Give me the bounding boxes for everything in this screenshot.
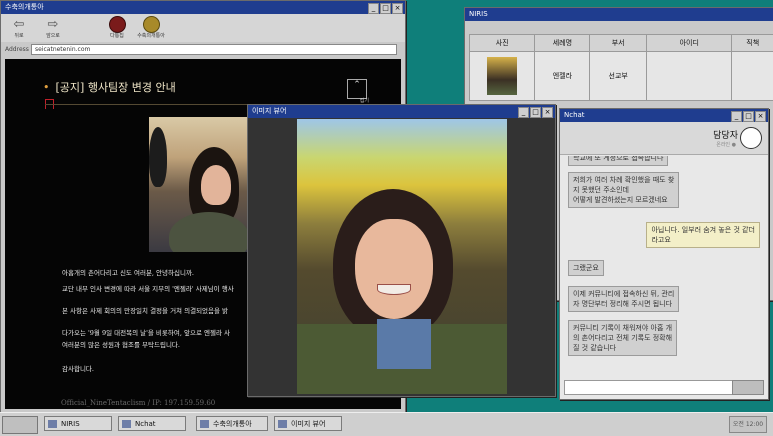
taskbar-item-niris[interactable]: NIRIS [44, 416, 112, 431]
col-header: 사진 [470, 35, 535, 52]
image-viewer-window: 이미지 뷰어 _□× [247, 104, 556, 397]
close-button[interactable]: × [755, 111, 766, 122]
taskbar-item-viewer[interactable]: 이미지 뷰어 [274, 416, 342, 431]
portrait-image [297, 119, 507, 394]
send-button[interactable] [732, 380, 764, 395]
address-bar: Address seicatnetenin.com [5, 44, 397, 55]
message-list: 학교에 또 계정으로 접속합니다 저희가 여러 차례 확인했을 때도 찾 지 못… [564, 156, 764, 381]
taskbar-item-nchat[interactable]: Nchat [118, 416, 186, 431]
name-cell: 엔젤라 [535, 52, 590, 101]
message-bubble: 그랬군요 [568, 260, 604, 276]
message-bubble: 이제 커뮤니티에 접속하신 뒤, 관리 자 명단부터 정리해 주시면 됩니다 [568, 286, 679, 312]
window-icon [122, 420, 131, 428]
dept-cell: 선교부 [590, 52, 647, 101]
start-button[interactable] [2, 416, 38, 434]
minimize-button[interactable]: _ [368, 3, 379, 14]
user-avatar-icon[interactable] [740, 127, 762, 149]
address-label: Address [5, 46, 31, 53]
col-header: 세례명 [535, 35, 590, 52]
paragraph: 감사합니다. [62, 363, 94, 373]
window-icon [200, 420, 209, 428]
contact-name: 담당자 [713, 128, 738, 141]
id-cell [647, 52, 732, 101]
minimize-button[interactable]: _ [731, 111, 742, 122]
table-row[interactable]: 엔젤라 선교부 [470, 52, 773, 101]
profile-thumbnail[interactable] [487, 57, 517, 95]
taskbar: NIRIS Nchat 수축의개통아 이미지 뷰어 오전 12:00 [0, 412, 773, 436]
nchat-titlebar[interactable]: Nchat _□× [560, 109, 768, 122]
close-button[interactable]: × [392, 3, 403, 14]
paragraph: 교단 내부 인사 변경에 따라 서울 지부의 '엔젤라' 사제님이 행사 [62, 283, 234, 293]
url-input[interactable]: seicatnetenin.com [31, 44, 397, 55]
footer-ip: Official_NineTentaclism / IP: 197.159.59… [61, 399, 215, 407]
col-header: 아이디 [647, 35, 732, 52]
back-arrow-icon: ⇦ [9, 17, 29, 32]
paragraph: 본 사항은 사제 회의의 만장일치 결정을 거쳐 의결되었음을 밝 [62, 305, 228, 315]
maximize-button[interactable]: □ [743, 111, 754, 122]
message-bubble: 학교에 또 계정으로 접속합니다 [568, 156, 668, 166]
collapse-label: 접기 [360, 97, 369, 104]
forward-button[interactable]: ⇨앞으로 [39, 17, 67, 39]
notice-title: •[공지] 행사팀장 변경 안내 [43, 79, 176, 95]
browser-toolbar: ⇦뒤로 ⇨앞으로 다통집 수축의개통아 [1, 14, 405, 42]
photo-cell [470, 52, 535, 101]
niris-titlebar[interactable]: NIRIS [465, 8, 773, 21]
maximize-button[interactable]: □ [530, 107, 541, 118]
paragraph: 여러분의 많은 성원과 협조를 부탁드립니다. [62, 339, 180, 349]
clock: 오전 12:00 [729, 416, 767, 433]
window-icon [48, 420, 57, 428]
bullet-icon: • [43, 81, 50, 94]
emblem-icon [109, 16, 126, 33]
message-bubble: 저희가 여러 차례 확인했을 때도 찾 지 못했던 주소인데 어떻게 발견하셨는… [568, 172, 679, 208]
browser-titlebar[interactable]: 수축의개통아 _□× [1, 1, 405, 14]
role-cell [732, 52, 773, 101]
nchat-window: Nchat _□× 담당자 온라인 ● 학교에 또 계정으로 접속합니다 저희가… [559, 108, 769, 400]
chat-header: 담당자 온라인 ● [560, 122, 768, 155]
collapse-button[interactable]: ⌃ [347, 79, 367, 99]
window-icon [278, 420, 287, 428]
emblem-button[interactable]: 다통집 [103, 17, 131, 39]
message-bubble: 커뮤니티 기록이 채워져야 아홉 개 의 촌어다리고 전체 기록도 정확해 질 … [568, 320, 677, 356]
paragraph: 아홉개의 촌어다리고 신도 여러분, 안녕하십니까. [62, 267, 194, 277]
taskbar-item-browser[interactable]: 수축의개통아 [196, 416, 268, 431]
minimize-button[interactable]: _ [518, 107, 529, 118]
seal-button[interactable]: 수축의개통아 [137, 17, 165, 39]
forward-arrow-icon: ⇨ [43, 17, 63, 32]
paragraph: 다가오는 '9월 9일 대전복의 날'을 비롯하여, 앞으로 엔젤라 사 [62, 327, 230, 337]
col-header: 직책 [732, 35, 773, 52]
close-button[interactable]: × [542, 107, 553, 118]
back-button[interactable]: ⇦뒤로 [5, 17, 33, 39]
member-table: 사진 세례명 부서 아이디 직책 엔젤라 선교부 [469, 34, 773, 101]
contact-status: 온라인 ● [716, 141, 736, 148]
col-header: 부서 [590, 35, 647, 52]
browser-title: 수축의개통아 [5, 3, 44, 11]
maximize-button[interactable]: □ [380, 3, 391, 14]
seal-icon [143, 16, 160, 33]
viewer-titlebar[interactable]: 이미지 뷰어 _□× [248, 105, 555, 118]
message-bubble-mine: 아닙니다. 일부러 숨겨 놓은 것 같더 라고요 [646, 222, 760, 248]
